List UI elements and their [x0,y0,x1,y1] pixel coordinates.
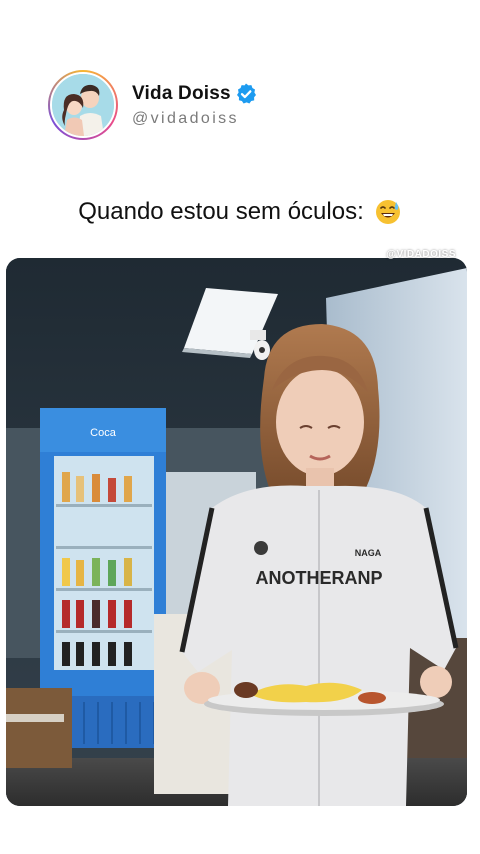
fridge-label: Coca [90,427,117,439]
post-header: Vida Doiss @vidadoiss [48,68,258,142]
couple-illustration [52,74,114,136]
handle[interactable]: @vidadoiss [132,110,258,128]
avatar-image [50,72,116,138]
author-names: Vida Doiss @vidadoiss [132,82,258,128]
sweat-smile-emoji-icon [375,200,400,224]
avatar[interactable] [48,70,118,140]
display-name[interactable]: Vida Doiss [132,83,231,105]
jacket-print: ANOTHERANP [255,568,382,588]
verified-badge-icon [236,83,256,104]
caption-text: Quando estou sem óculos: [78,198,364,225]
jacket-sticker: NAGA [355,548,382,558]
post-caption: Quando estou sem óculos: [0,198,480,226]
display-name-row: Vida Doiss [132,82,258,106]
video-watermark: @VIDADOISS [386,249,456,260]
video-frame[interactable]: Coca ANOTHERANP NAGA [6,258,467,806]
video-scene: Coca ANOTHERANP NAGA [6,258,467,806]
post-card: Vida Doiss @vidadoiss Quando estou sem ó… [0,0,480,854]
